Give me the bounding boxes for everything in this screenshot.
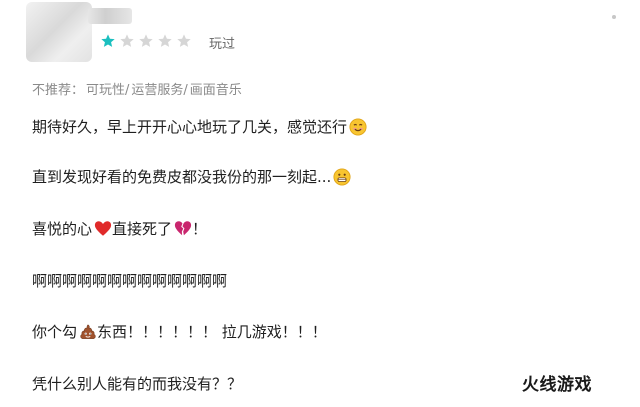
played-status: 玩过 <box>209 37 236 52</box>
star-empty-icon <box>176 33 192 49</box>
review-text: 东西！！！！！！ 拉几游戏！！！ <box>97 323 327 341</box>
review-text: 啊啊啊啊啊啊啊啊啊啊啊啊啊 <box>32 272 228 290</box>
poop-icon <box>79 323 97 341</box>
review-text: 喜悦的心 <box>32 220 93 238</box>
more-dot-icon[interactable] <box>612 15 616 19</box>
watermark: 火线游戏 <box>522 375 592 395</box>
avatar[interactable] <box>26 2 92 62</box>
review-text: 直接死了 <box>112 220 173 238</box>
star-empty-icon <box>138 33 154 49</box>
review-text: 直到发现好看的免费皮都没我份的那一刻起... <box>32 168 332 186</box>
review-text: ！ <box>192 220 208 238</box>
tag-item: 可玩性/ <box>86 83 130 98</box>
username-blurred[interactable] <box>88 8 132 24</box>
tags-prefix: 不推荐： <box>32 83 85 98</box>
review-line: 啊啊啊啊啊啊啊啊啊啊啊啊啊 <box>32 270 227 291</box>
review-text: 你个勾 <box>32 323 78 341</box>
grimacing-face-icon <box>333 167 351 186</box>
star-empty-icon <box>157 33 173 49</box>
review-line: 期待好久，早上开开心心地玩了几关，感觉还行 <box>32 116 367 137</box>
review-line: 你个勾 东西！！！！！！ 拉几游戏！！！ <box>32 321 327 342</box>
tag-item: 运营服务/ <box>131 83 188 98</box>
review-text: 凭什么别人能有的而我没有？？ <box>32 375 243 393</box>
red-heart-icon <box>94 220 112 237</box>
tag-item: 画面音乐 <box>189 83 242 98</box>
not-recommended-tags: 不推荐： 可玩性/运营服务/画面音乐 <box>32 79 244 98</box>
broken-heart-icon <box>174 220 192 237</box>
review-line: 凭什么别人能有的而我没有？？ <box>32 373 242 394</box>
review-line: 喜悦的心 直接死了 ！ <box>32 218 207 239</box>
star-empty-icon <box>119 33 135 49</box>
star-filled-icon <box>100 33 116 49</box>
review-text: 期待好久，早上开开心心地玩了几关，感觉还行 <box>32 118 348 136</box>
smiling-face-icon <box>349 117 367 136</box>
star-rating <box>100 33 195 49</box>
review-card: 玩过 不推荐： 可玩性/运营服务/画面音乐 期待好久，早上开开心心地玩了几关，感觉… <box>0 0 640 407</box>
review-line: 直到发现好看的免费皮都没我份的那一刻起... <box>32 166 351 187</box>
